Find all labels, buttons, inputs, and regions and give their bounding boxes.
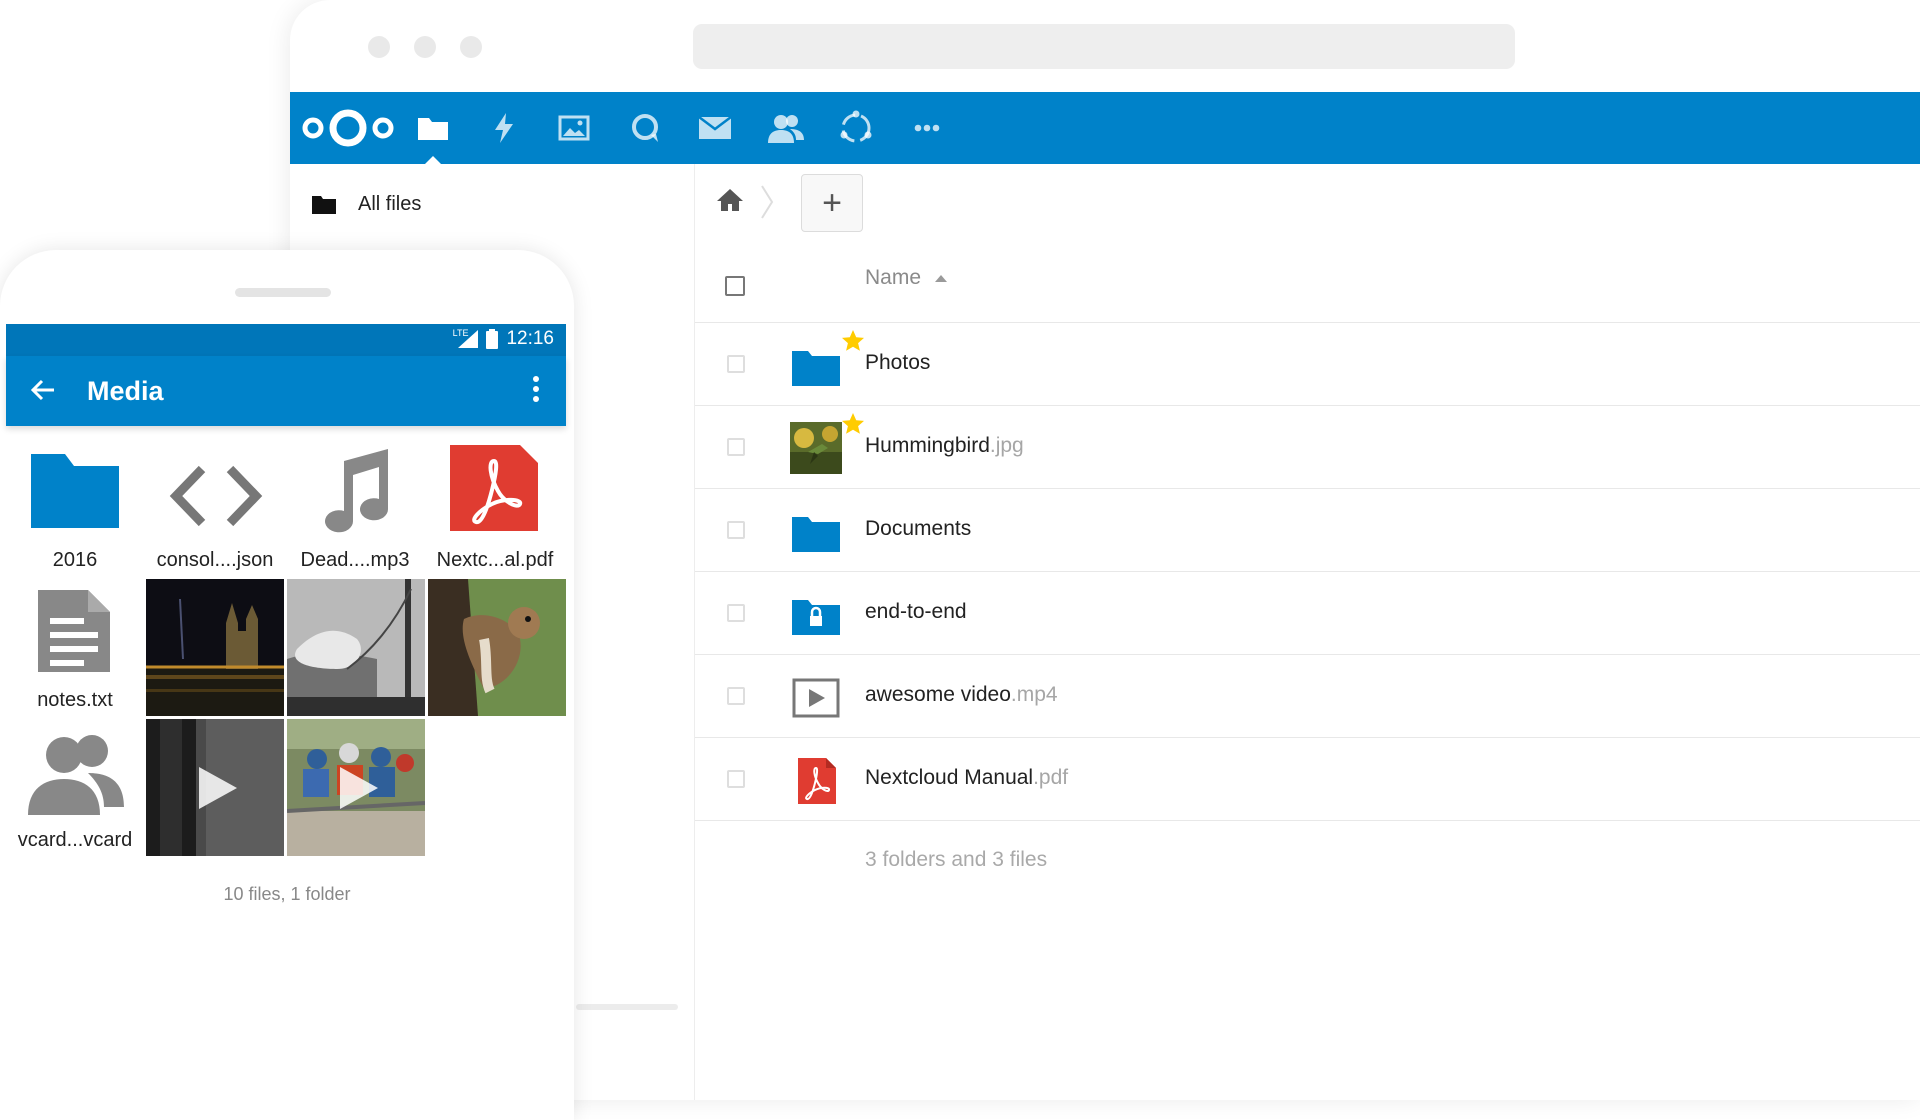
contact-icon bbox=[28, 735, 124, 815]
signal-icon bbox=[458, 330, 479, 348]
folder-summary: 10 files, 1 folder bbox=[223, 884, 351, 904]
file-list-area: + Name Photos Hummingbird.jpg Documents … bbox=[695, 164, 1920, 1100]
row-checkbox[interactable] bbox=[727, 770, 745, 788]
phone-speaker bbox=[235, 288, 331, 297]
folder-icon bbox=[792, 351, 840, 386]
overflow-menu-icon[interactable] bbox=[532, 376, 540, 402]
encrypted-folder-icon bbox=[792, 600, 840, 635]
address-bar[interactable] bbox=[693, 24, 1515, 69]
star-icon[interactable] bbox=[841, 412, 865, 436]
file-name[interactable]: Nextcloud Manual.pdf bbox=[865, 766, 1068, 790]
back-arrow-icon[interactable] bbox=[30, 378, 56, 402]
video-file-icon bbox=[792, 678, 840, 718]
code-icon bbox=[169, 465, 263, 527]
grid-item-label: Dead....mp3 bbox=[300, 549, 410, 571]
file-row-photos[interactable]: Photos bbox=[695, 323, 1920, 406]
star-icon[interactable] bbox=[841, 329, 865, 353]
window-dot-close[interactable] bbox=[368, 36, 390, 58]
row-checkbox[interactable] bbox=[727, 687, 745, 705]
more-icon[interactable] bbox=[907, 108, 947, 148]
clock: 12:16 bbox=[506, 328, 554, 349]
music-icon bbox=[325, 449, 389, 533]
sort-ascending-icon bbox=[935, 274, 948, 282]
chevron-right-icon bbox=[761, 185, 774, 219]
gallery-icon[interactable] bbox=[554, 108, 594, 148]
column-name-label: Name bbox=[865, 266, 922, 289]
row-checkbox[interactable] bbox=[727, 355, 745, 373]
grid-item-2016[interactable]: 2016 bbox=[6, 445, 144, 583]
file-name[interactable]: Documents bbox=[865, 517, 971, 541]
row-checkbox[interactable] bbox=[727, 604, 745, 622]
select-all-checkbox[interactable] bbox=[725, 276, 745, 296]
photo-thumbnail-squirrel[interactable] bbox=[428, 579, 566, 716]
nav-item-all-files[interactable]: All files bbox=[312, 186, 421, 222]
window-dot-maximize[interactable] bbox=[460, 36, 482, 58]
grid-item-dead-mp3[interactable]: Dead....mp3 bbox=[286, 445, 424, 583]
text-file-icon bbox=[38, 590, 110, 672]
activity-icon[interactable] bbox=[484, 108, 524, 148]
file-row-documents[interactable]: Documents bbox=[695, 489, 1920, 572]
breadcrumb: + bbox=[695, 164, 1920, 236]
pdf-icon bbox=[450, 445, 538, 531]
window-dot-minimize[interactable] bbox=[414, 36, 436, 58]
circles-icon[interactable] bbox=[836, 108, 876, 148]
grid-item-vcard[interactable]: vcard...vcard bbox=[6, 725, 144, 863]
play-icon[interactable] bbox=[340, 767, 378, 809]
pdf-file-icon bbox=[798, 758, 836, 804]
file-row-awesome-video[interactable]: awesome video.mp4 bbox=[695, 655, 1920, 738]
phone-device: LTE 12:16 Media 2016 consol....json Dead… bbox=[0, 250, 574, 1120]
image-thumbnail bbox=[790, 422, 842, 474]
files-icon[interactable] bbox=[413, 108, 453, 148]
new-file-button[interactable]: + bbox=[801, 174, 863, 232]
nav-item-label: All files bbox=[358, 192, 422, 215]
screen-title: Media bbox=[87, 376, 164, 406]
status-bar: LTE 12:16 bbox=[6, 324, 566, 356]
file-row-end-to-end[interactable]: end-to-end bbox=[695, 572, 1920, 655]
row-checkbox[interactable] bbox=[727, 438, 745, 456]
video-thumbnail-bmx[interactable] bbox=[287, 719, 425, 856]
file-name[interactable]: Photos bbox=[865, 351, 930, 375]
app-header bbox=[290, 92, 1920, 164]
grid-item-notes-txt[interactable]: notes.txt bbox=[6, 585, 144, 723]
talk-icon[interactable] bbox=[625, 108, 665, 148]
sort-by-name-button[interactable]: Name bbox=[865, 266, 948, 290]
photo-thumbnail-notre-dame[interactable] bbox=[146, 579, 284, 716]
file-name[interactable]: end-to-end bbox=[865, 600, 967, 624]
folder-icon bbox=[792, 517, 840, 552]
nextcloud-logo-icon[interactable] bbox=[300, 108, 396, 148]
app-bar: Media bbox=[6, 356, 566, 426]
video-thumbnail-speaker[interactable] bbox=[146, 719, 284, 856]
photo-thumbnail-golden-gate[interactable] bbox=[287, 579, 425, 716]
mail-icon[interactable] bbox=[695, 108, 735, 148]
battery-icon bbox=[486, 329, 499, 349]
grid-item-label: Nextc...al.pdf bbox=[436, 549, 554, 571]
file-row-hummingbird[interactable]: Hummingbird.jpg bbox=[695, 406, 1920, 489]
grid-item-label: 2016 bbox=[52, 549, 98, 571]
contacts-icon[interactable] bbox=[766, 108, 806, 148]
grid-item-console-json[interactable]: consol....json bbox=[146, 445, 284, 583]
grid-item-label: notes.txt bbox=[37, 689, 113, 711]
play-icon[interactable] bbox=[199, 767, 237, 809]
grid-item-label: consol....json bbox=[156, 549, 274, 571]
file-name[interactable]: awesome video.mp4 bbox=[865, 683, 1058, 707]
row-checkbox[interactable] bbox=[727, 521, 745, 539]
scrollbar[interactable] bbox=[576, 1004, 678, 1010]
file-list-header: Name bbox=[695, 244, 1920, 323]
folder-icon bbox=[312, 196, 336, 214]
file-list-summary: 3 folders and 3 files bbox=[865, 848, 1048, 871]
file-row-nextcloud-manual[interactable]: Nextcloud Manual.pdf bbox=[695, 738, 1920, 821]
folder-icon bbox=[31, 454, 119, 528]
grid-item-label: vcard...vcard bbox=[17, 829, 133, 851]
grid-item-nextcloud-manual-pdf[interactable]: Nextc...al.pdf bbox=[426, 445, 564, 583]
home-icon[interactable] bbox=[717, 188, 743, 212]
file-name[interactable]: Hummingbird.jpg bbox=[865, 434, 1024, 458]
